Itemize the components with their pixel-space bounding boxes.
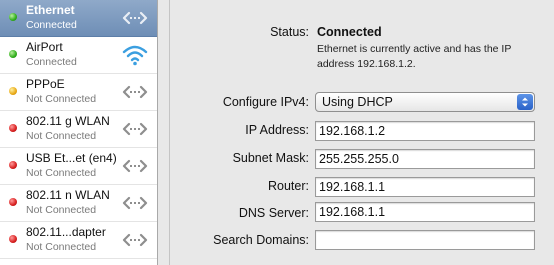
status-dot-icon bbox=[9, 13, 17, 21]
dns-server-label: DNS Server: bbox=[238, 206, 309, 220]
service-name: AirPort bbox=[26, 40, 63, 54]
service-name: 802.11 n WLAN bbox=[26, 188, 110, 202]
status-label: Status: bbox=[270, 25, 309, 39]
service-name: USB Et...et (en4) bbox=[26, 151, 117, 165]
service-item-80211g-wlan[interactable]: 802.11 g WLAN Not Connected bbox=[0, 111, 157, 148]
router-field[interactable]: 192.168.1.1 bbox=[315, 177, 535, 197]
status-dot-icon bbox=[9, 87, 17, 95]
status-dot-icon bbox=[9, 198, 17, 206]
search-domains-field[interactable] bbox=[315, 230, 535, 250]
status-dot-icon bbox=[9, 50, 17, 58]
ethernet-icon bbox=[122, 85, 148, 99]
status-value: Connected bbox=[317, 25, 382, 39]
service-name: 802.11 g WLAN bbox=[26, 114, 110, 128]
status-dot-icon bbox=[9, 161, 17, 169]
service-status: Connected bbox=[26, 19, 77, 31]
service-name: Ethernet bbox=[26, 3, 75, 17]
service-status: Not Connected bbox=[26, 167, 97, 179]
dns-server-field[interactable]: 192.168.1.1 bbox=[315, 202, 535, 222]
network-detail-pane: Status: Connected Ethernet is currently … bbox=[169, 0, 554, 265]
subnet-mask-label: Subnet Mask: bbox=[232, 151, 309, 165]
service-item-ethernet[interactable]: Ethernet Connected bbox=[0, 0, 157, 37]
router-label: Router: bbox=[268, 179, 309, 193]
status-dot-icon bbox=[9, 235, 17, 243]
search-domains-label: Search Domains: bbox=[213, 233, 309, 247]
service-status: Connected bbox=[26, 56, 77, 68]
service-status: Not Connected bbox=[26, 241, 97, 253]
configure-ipv4-select[interactable]: Using DHCP bbox=[315, 92, 535, 112]
configure-ipv4-label: Configure IPv4: bbox=[222, 95, 309, 109]
service-item-pppoe[interactable]: PPPoE Not Connected bbox=[0, 74, 157, 111]
ethernet-icon bbox=[122, 122, 148, 136]
service-item-usb-ethernet[interactable]: USB Et...et (en4) Not Connected bbox=[0, 148, 157, 185]
service-status: Not Connected bbox=[26, 204, 97, 216]
wifi-icon bbox=[122, 45, 148, 66]
ethernet-icon bbox=[122, 233, 148, 247]
service-item-80211n-wlan[interactable]: 802.11 n WLAN Not Connected bbox=[0, 185, 157, 222]
status-dot-icon bbox=[9, 124, 17, 132]
service-status: Not Connected bbox=[26, 93, 97, 105]
service-item-80211-adapter[interactable]: 802.11...dapter Not Connected bbox=[0, 222, 157, 259]
popup-arrows-icon bbox=[517, 94, 533, 110]
service-name: 802.11...dapter bbox=[26, 225, 106, 239]
configure-ipv4-value: Using DHCP bbox=[322, 95, 393, 109]
ethernet-icon bbox=[122, 159, 148, 173]
service-item-airport[interactable]: AirPort Connected bbox=[0, 37, 157, 74]
service-status: Not Connected bbox=[26, 130, 97, 142]
subnet-mask-field[interactable]: 255.255.255.0 bbox=[315, 149, 535, 169]
ip-address-label: IP Address: bbox=[245, 123, 309, 137]
service-name: PPPoE bbox=[26, 77, 65, 91]
ethernet-icon bbox=[122, 11, 148, 25]
ip-address-field[interactable]: 192.168.1.2 bbox=[315, 121, 535, 141]
service-list[interactable]: Ethernet Connected AirPort Connected PPP… bbox=[0, 0, 158, 265]
ethernet-icon bbox=[122, 196, 148, 210]
status-description: Ethernet is currently active and has the… bbox=[317, 43, 512, 70]
